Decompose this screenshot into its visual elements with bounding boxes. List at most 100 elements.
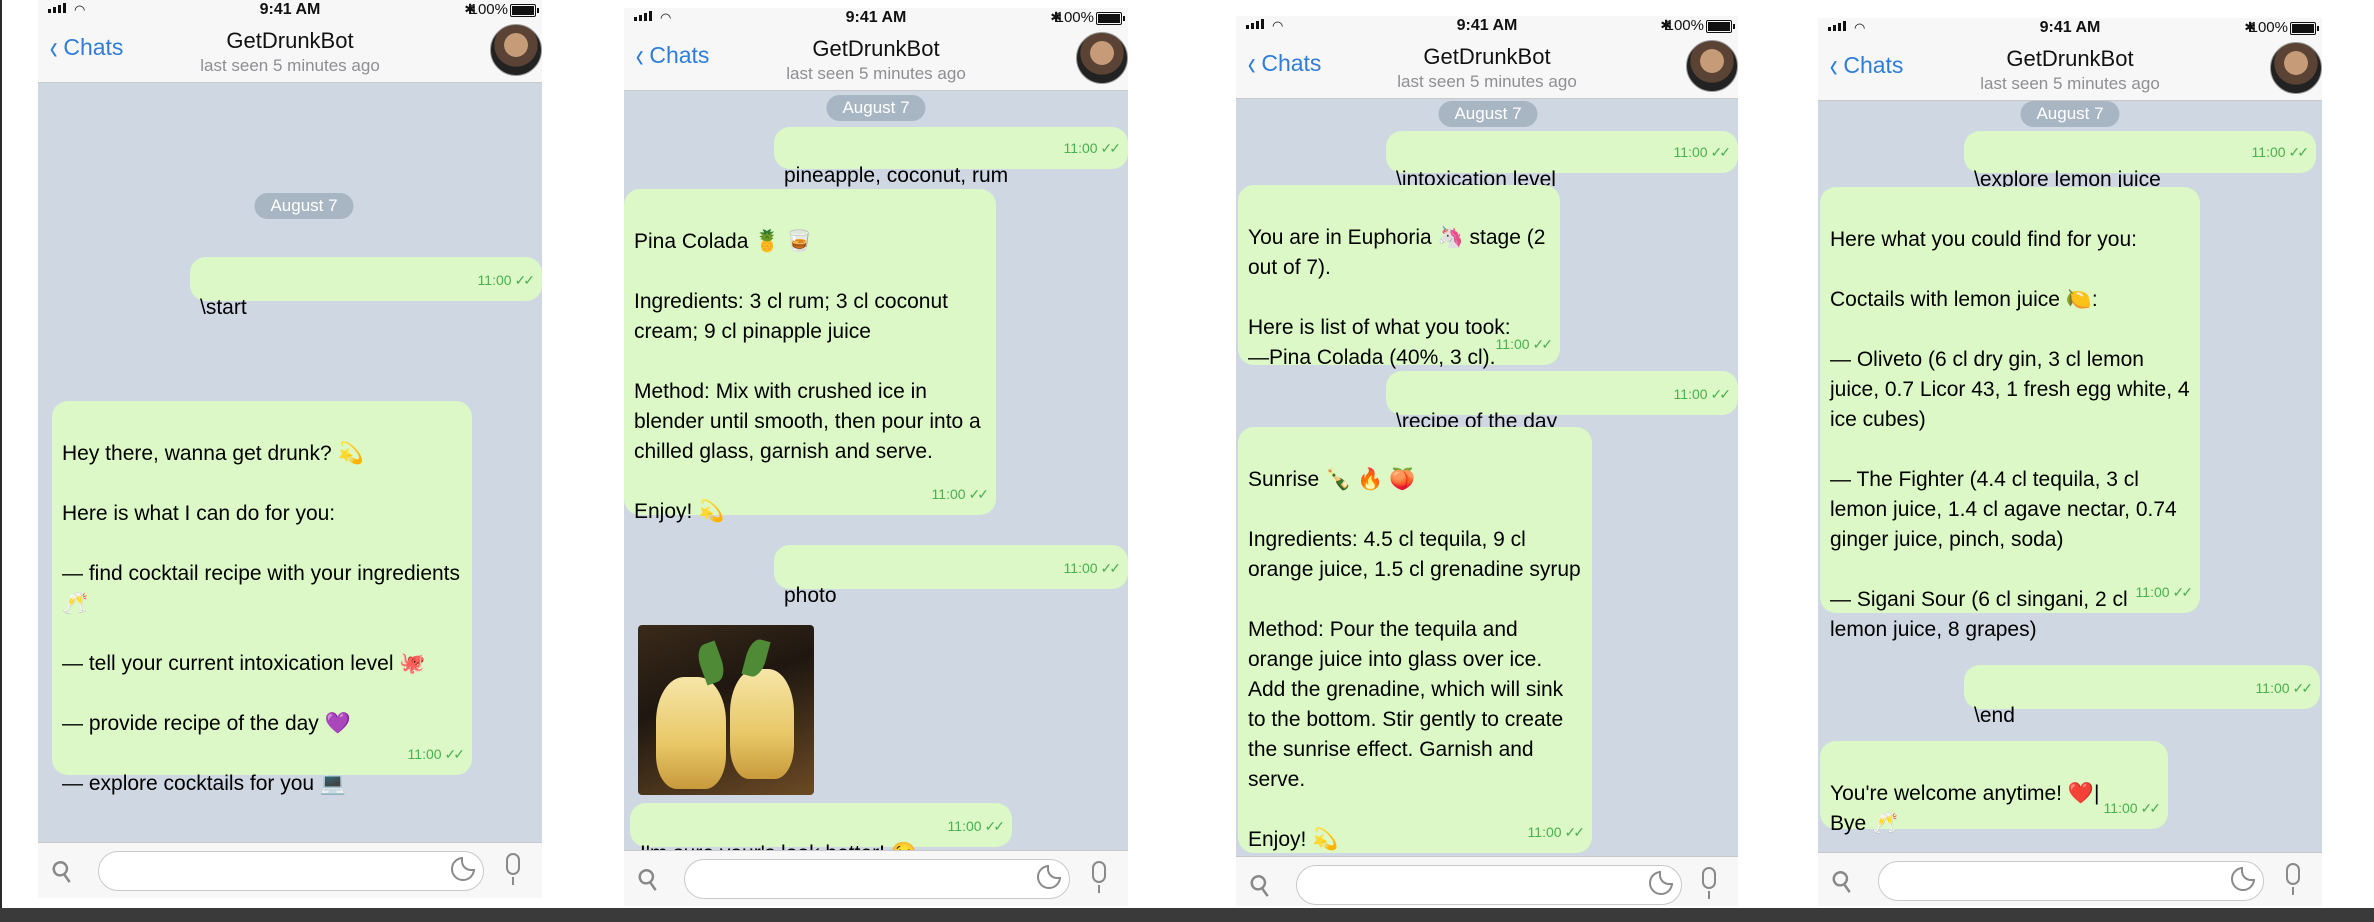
date-pill: August 7 [2020, 101, 2120, 127]
glass-left [656, 677, 726, 789]
outgoing-message[interactable]: pineapple, coconut, rum 11:00 ✓✓ [774, 127, 1128, 187]
message-time: 11:00 ✓✓ [947, 818, 1006, 834]
double-check-icon: ✓✓ [1710, 144, 1732, 160]
incoming-message[interactable]: Here what you could find for you: Coctai… [1820, 187, 2200, 641]
double-check-icon: ✓✓ [2292, 680, 2314, 696]
message-time: 11:00 ✓✓ [2103, 800, 2162, 816]
incoming-message[interactable]: You are in Euphoria 🦄 stage (2 out of 7)… [1238, 185, 1560, 369]
double-check-icon: ✓✓ [1564, 824, 1586, 840]
phone-screen-4: ◠ 9:41 AM ✱ 100% ‹ Chats GetDrunkBot last… [1818, 18, 2322, 906]
microphone-icon[interactable] [506, 853, 520, 885]
chat-header: ‹ Chats GetDrunkBot last seen 5 minutes a… [1236, 36, 1738, 99]
double-check-icon: ✓✓ [1100, 140, 1122, 156]
outgoing-message[interactable]: photo 11:00 ✓✓ [774, 545, 1128, 607]
chat-title: GetDrunkBot [1423, 44, 1551, 69]
message-input[interactable] [684, 859, 1070, 899]
incoming-message[interactable]: Hey there, wanna get drunk? 💫 Here is wh… [52, 401, 472, 795]
incoming-message[interactable]: Sunrise 🍾 🔥 🍑 Ingredients: 4.5 cl tequil… [1238, 427, 1592, 853]
input-bar: ⚲ [1236, 856, 1738, 906]
phone-screen-1: ◠ 9:41 AM ✱ 100% ‹ Chats GetDrunkBot last… [38, 0, 542, 898]
last-seen: last seen 5 minutes ago [1397, 72, 1577, 91]
incoming-message[interactable]: You're welcome anytime! ❤️| Bye 🥂 11:00 ✓… [1820, 741, 2168, 835]
glass-right [730, 669, 794, 779]
attach-icon[interactable]: ⚲ [1242, 866, 1278, 905]
chat-title: GetDrunkBot [812, 36, 940, 61]
message-text: Sunrise 🍾 🔥 🍑 Ingredients: 4.5 cl tequil… [1248, 468, 1581, 851]
microphone-icon[interactable] [1702, 867, 1716, 899]
outgoing-message[interactable]: \intoxication level 11:00 ✓✓ [1386, 131, 1738, 191]
sticker-icon[interactable] [2231, 867, 2255, 891]
outgoing-message[interactable]: \start 11:00 ✓✓ [190, 257, 542, 319]
last-seen: last seen 5 minutes ago [786, 64, 966, 83]
battery-icon [510, 4, 539, 17]
message-time: 11:00 ✓✓ [1495, 336, 1554, 352]
sticker-icon[interactable] [1649, 871, 1673, 895]
frame-bottom-bar [0, 908, 2374, 922]
battery-icon [1096, 12, 1125, 25]
date-pill: August 7 [1438, 101, 1538, 127]
outgoing-message[interactable]: \explore lemon juice 11:00 ✓✓ [1964, 131, 2316, 191]
battery-percent: 100% [1665, 17, 1704, 34]
microphone-icon[interactable] [1092, 861, 1106, 893]
last-seen: last seen 5 minutes ago [1980, 74, 2160, 93]
message-time: 11:00 ✓✓ [2135, 584, 2194, 600]
avatar[interactable] [1076, 32, 1128, 84]
message-input[interactable] [1878, 861, 2264, 901]
sticker-icon[interactable] [1037, 865, 1061, 889]
message-text: \end [1974, 704, 2015, 727]
message-time: 11:00 ✓✓ [1527, 824, 1586, 840]
input-bar: ⚲ [38, 842, 542, 898]
message-time: 11:00 ✓✓ [1673, 386, 1732, 402]
message-time: 11:00 ✓✓ [407, 746, 466, 762]
battery-icon [1706, 20, 1735, 33]
battery-percent: 100% [469, 1, 508, 18]
input-bar: ⚲ [624, 850, 1128, 906]
avatar[interactable] [2270, 42, 2322, 94]
frame-edge [0, 0, 2, 908]
incoming-message[interactable]: Pina Colada 🍍 🥃 Ingredients: 3 cl rum; 3… [624, 189, 996, 523]
chat-header: ‹ Chats GetDrunkBot last seen 5 minutes a… [38, 20, 542, 83]
message-text: Hey there, wanna get drunk? 💫 Here is wh… [62, 442, 461, 795]
battery-percent: 100% [1055, 9, 1094, 26]
date-pill: August 7 [254, 193, 354, 219]
message-time: 11:00 ✓✓ [2255, 680, 2314, 696]
status-bar: ◠ 9:41 AM ✱ 100% [38, 0, 542, 20]
double-check-icon: ✓✓ [514, 272, 536, 288]
chat-title: GetDrunkBot [2006, 46, 2134, 71]
double-check-icon: ✓✓ [1710, 386, 1732, 402]
message-input[interactable] [1296, 865, 1682, 905]
outgoing-message[interactable]: \recipe of the day 11:00 ✓✓ [1386, 371, 1738, 433]
attach-icon[interactable]: ⚲ [630, 860, 666, 899]
message-time: 11:00 ✓✓ [477, 272, 536, 288]
phone-screen-3: ◠ 9:41 AM ✱ 100% ‹ Chats GetDrunkBot last… [1236, 16, 1738, 906]
sticker-icon[interactable] [451, 857, 475, 881]
attach-icon[interactable]: ⚲ [1824, 862, 1860, 901]
battery-percent: 100% [2249, 19, 2288, 36]
attach-icon[interactable]: ⚲ [44, 852, 80, 891]
battery-icon [2290, 22, 2319, 35]
phone-screen-2: ◠ 9:41 AM ✱ 100% ‹ Chats GetDrunkBot last… [624, 8, 1128, 906]
message-text: Pina Colada 🍍 🥃 Ingredients: 3 cl rum; 3… [634, 230, 981, 523]
double-check-icon: ✓✓ [2288, 144, 2310, 160]
outgoing-message[interactable]: \end 11:00 ✓✓ [1964, 665, 2320, 727]
input-bar: ⚲ [1818, 852, 2322, 906]
double-check-icon: ✓✓ [2140, 800, 2162, 816]
status-bar: ◠ 9:41 AM ✱ 100% [624, 8, 1128, 28]
double-check-icon: ✓✓ [984, 818, 1006, 834]
chat-header: ‹ Chats GetDrunkBot last seen 5 minutes a… [624, 28, 1128, 91]
message-input[interactable] [98, 851, 484, 891]
status-bar: ◠ 9:41 AM ✱ 100% [1818, 18, 2322, 38]
message-time: 11:00 ✓✓ [1063, 140, 1122, 156]
message-text: photo [784, 584, 837, 607]
message-time: 11:00 ✓✓ [1673, 144, 1732, 160]
microphone-icon[interactable] [2286, 863, 2300, 895]
message-text: You're welcome anytime! ❤️| Bye 🥂 [1830, 782, 2100, 835]
avatar[interactable] [490, 24, 542, 76]
incoming-message[interactable]: I'm sure your's look better! 😉 11:00✓✓ [630, 803, 1012, 865]
date-pill: August 7 [826, 95, 926, 121]
avatar[interactable] [1686, 40, 1738, 92]
message-text: \start [200, 296, 247, 319]
message-time: 11:00 ✓✓ [2251, 144, 2310, 160]
status-bar: ◠ 9:41 AM ✱ 100% [1236, 16, 1738, 36]
cocktail-photo[interactable] [638, 625, 814, 795]
